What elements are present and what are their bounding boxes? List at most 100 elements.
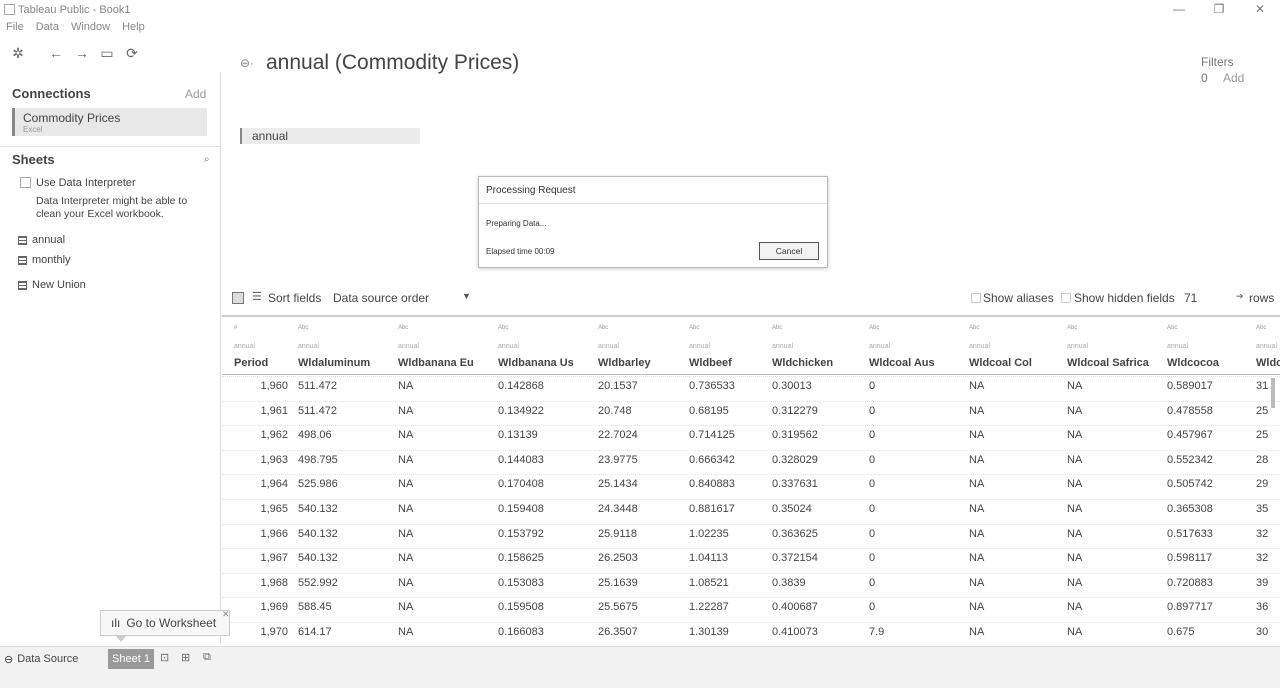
- table-cell: 0.478558: [1167, 404, 1213, 417]
- table-cell: 1.02235: [689, 527, 729, 540]
- table-cell: 1.22287: [689, 601, 729, 614]
- table-cell: 25.5675: [598, 601, 638, 614]
- tab-data-source[interactable]: ⊖ Data Source: [4, 651, 78, 667]
- table-cell: NA: [1067, 503, 1083, 515]
- refresh-icon[interactable]: ⟳: [122, 43, 142, 63]
- table-cell: 1,966: [260, 527, 288, 540]
- column-name[interactable]: Period: [234, 357, 268, 369]
- grid-view-icon[interactable]: [232, 292, 244, 304]
- table-pill-annual[interactable]: annual: [240, 128, 420, 144]
- field-type-icon[interactable]: Abc: [689, 325, 699, 331]
- arrow-right-icon[interactable]: ➔: [1236, 291, 1244, 302]
- chevron-down-icon[interactable]: ▼: [462, 291, 471, 301]
- table-cell: 525.986: [298, 478, 338, 491]
- table-cell: 36: [1256, 601, 1269, 614]
- table-cell: 0.457967: [1167, 429, 1213, 442]
- search-icon[interactable]: ⌕: [204, 154, 210, 165]
- column-name[interactable]: Wldcocoa: [1167, 357, 1219, 369]
- vertical-scrollbar[interactable]: [1271, 378, 1275, 408]
- table-cell: 0.153083: [498, 576, 544, 589]
- data-interpreter-checkbox[interactable]: [20, 177, 31, 188]
- table-cell: 22.7024: [598, 429, 638, 442]
- add-filter-link[interactable]: Add: [1223, 71, 1244, 85]
- column-name[interactable]: Wldbanana Us: [498, 357, 574, 369]
- datasource-title[interactable]: annual (Commodity Prices): [266, 51, 519, 75]
- field-type-icon[interactable]: Abc: [298, 325, 308, 331]
- table-cell: 540.132: [298, 503, 338, 515]
- table-cell: 540.132: [298, 527, 338, 540]
- column-name[interactable]: Wldcoal Aus: [869, 357, 935, 369]
- column-name[interactable]: Wldcoal Col: [969, 357, 1032, 369]
- row-divider: [222, 499, 1280, 500]
- column-name[interactable]: Wldbarley: [598, 357, 651, 369]
- column-name[interactable]: Wldbeef: [689, 357, 732, 369]
- new-story-icon[interactable]: ⧉: [203, 651, 211, 664]
- new-dashboard-icon[interactable]: ⊞: [181, 651, 190, 664]
- minimize-button[interactable]: —: [1169, 2, 1189, 16]
- close-button[interactable]: ✕: [1250, 2, 1270, 16]
- maximize-button[interactable]: ❐: [1209, 2, 1229, 16]
- table-cell: NA: [969, 380, 985, 392]
- field-type-icon[interactable]: Abc: [1067, 325, 1077, 331]
- tableau-logo-icon[interactable]: ✲: [8, 43, 28, 63]
- table-cell: 0: [869, 404, 876, 417]
- field-type-icon[interactable]: Abc: [598, 325, 608, 331]
- cancel-button[interactable]: Cancel: [759, 242, 819, 260]
- field-type-icon[interactable]: Abc: [869, 325, 879, 331]
- show-hidden-label[interactable]: Show hidden fields: [1074, 291, 1175, 305]
- menu-data[interactable]: Data: [36, 21, 59, 37]
- field-type-icon[interactable]: #: [234, 325, 237, 331]
- sheet-item-annual[interactable]: annual: [18, 234, 65, 246]
- table-cell: NA: [398, 503, 414, 515]
- sort-fields-dropdown[interactable]: Data source order: [333, 291, 469, 305]
- rows-count-input[interactable]: 71: [1184, 291, 1197, 305]
- forward-arrow-icon[interactable]: →: [72, 43, 92, 63]
- new-union-item[interactable]: New Union: [18, 279, 86, 291]
- table-cell: 511.472: [298, 404, 337, 417]
- sort-fields-label: Sort fields: [268, 291, 322, 305]
- menu-window[interactable]: Window: [71, 21, 110, 37]
- list-view-icon[interactable]: ☰: [252, 290, 262, 303]
- save-icon[interactable]: ▭: [97, 43, 117, 63]
- table-cell: 0: [869, 527, 876, 540]
- field-type-icon[interactable]: Abc: [772, 325, 782, 331]
- field-type-icon[interactable]: Abc: [1167, 325, 1177, 331]
- sheet-item-monthly[interactable]: monthly: [18, 254, 71, 266]
- show-aliases-checkbox[interactable]: [971, 293, 981, 303]
- table-cell: 25.9118: [598, 527, 637, 540]
- field-type-icon[interactable]: Abc: [969, 325, 979, 331]
- connections-heading: Connections: [12, 86, 91, 101]
- go-to-worksheet-tooltip[interactable]: ılı Go to Worksheet ✕: [100, 609, 230, 642]
- add-connection-link[interactable]: Add: [185, 87, 206, 101]
- table-cell: 0.666342: [689, 453, 735, 466]
- field-type-icon[interactable]: Abc: [1256, 325, 1266, 331]
- table-cell: 498.795: [298, 453, 338, 466]
- tab-sheet-1[interactable]: Sheet 1: [108, 649, 154, 669]
- table-cell: 0.517633: [1167, 527, 1213, 540]
- connection-item[interactable]: Commodity Prices Excel: [12, 108, 207, 136]
- table-cell: 498.06: [298, 429, 332, 442]
- new-worksheet-icon[interactable]: ⊡: [160, 651, 169, 664]
- menu-help[interactable]: Help: [122, 21, 145, 37]
- column-name[interactable]: Wldc: [1256, 357, 1280, 369]
- table-cell: NA: [1067, 380, 1083, 392]
- column-name[interactable]: Wldchicken: [772, 357, 833, 369]
- column-name[interactable]: Wldbanana Eu: [398, 357, 474, 369]
- back-arrow-icon[interactable]: ←: [46, 43, 66, 63]
- row-divider: [222, 572, 1280, 574]
- table-cell: 1,961: [260, 404, 288, 417]
- show-hidden-checkbox[interactable]: [1061, 293, 1071, 303]
- field-type-icon[interactable]: Abc: [498, 325, 508, 331]
- column-name[interactable]: Wldcoal Safrica: [1067, 357, 1149, 369]
- show-aliases-label[interactable]: Show aliases: [983, 291, 1054, 305]
- field-type-icon[interactable]: Abc: [398, 325, 408, 331]
- column-name[interactable]: Wldaluminum: [298, 357, 370, 369]
- table-cell: NA: [398, 552, 414, 565]
- close-icon[interactable]: ✕: [222, 609, 230, 620]
- table-cell: 25: [1256, 429, 1269, 442]
- menu-file[interactable]: File: [6, 21, 24, 37]
- header-divider: [222, 374, 1280, 375]
- table-cell: 32: [1256, 527, 1269, 540]
- table-cell: 0.410073: [772, 626, 818, 638]
- data-interpreter-label[interactable]: Use Data Interpreter: [36, 177, 136, 189]
